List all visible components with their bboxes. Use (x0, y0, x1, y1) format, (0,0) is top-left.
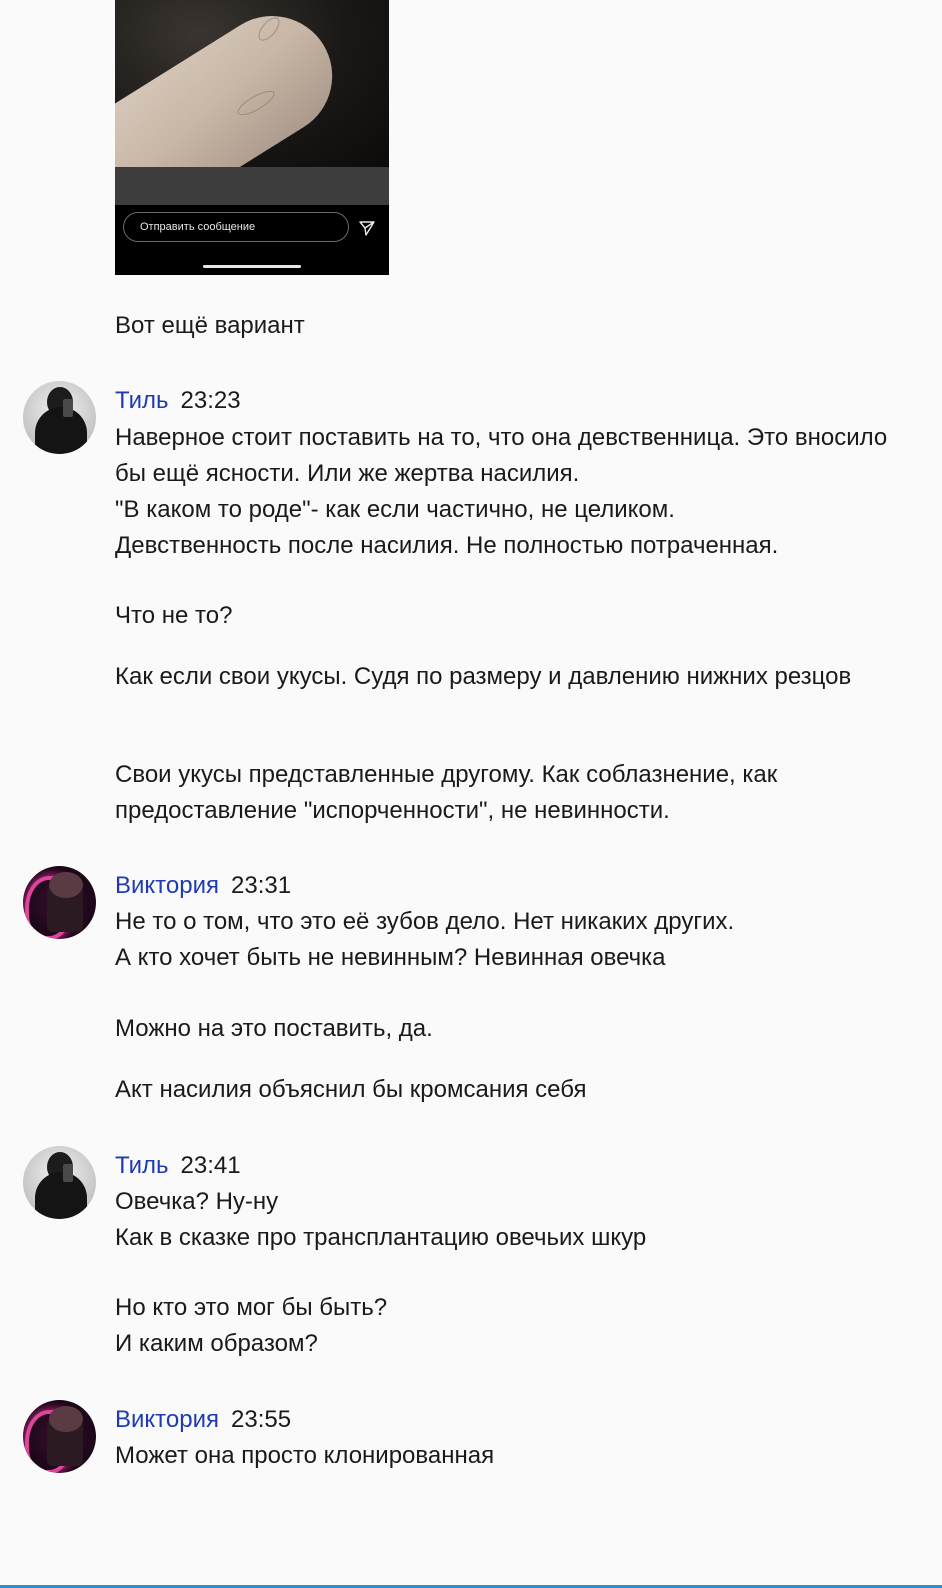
message-text: Что не то? (115, 602, 233, 629)
author-name[interactable]: Виктория (115, 1406, 219, 1433)
message-text: Наверное стоит поставить на то, что она … (115, 424, 888, 559)
avatar-hair (49, 1406, 83, 1432)
avatar[interactable] (23, 1146, 96, 1219)
avatar-hair (49, 872, 83, 898)
message-text: Вот ещё вариант (115, 312, 305, 339)
avatar[interactable] (23, 381, 96, 454)
message-text: Свои укусы представленные другому. Как с… (115, 761, 778, 824)
message-text: Можно на это поставить, да. (115, 1015, 433, 1042)
arm-shape (115, 0, 355, 167)
arm-photo (115, 0, 389, 167)
author-name[interactable]: Тиль (115, 387, 169, 414)
message-text: Овечка? Ну-ну Как в сказке про трансплан… (115, 1188, 647, 1251)
message-time: 23:31 (231, 872, 292, 899)
message-header: Виктория 23:55 (115, 1405, 291, 1435)
home-indicator (203, 265, 301, 268)
chat-page: Отправить сообщение Вот ещё вариант Тиль… (0, 0, 942, 1588)
avatar-figure (35, 1172, 87, 1219)
message-text: Как если свои укусы. Судя по размеру и д… (115, 663, 852, 690)
message-text: Может она просто клонированная (115, 1442, 495, 1469)
message-time: 23:41 (180, 1152, 241, 1179)
author-name[interactable]: Тиль (115, 1152, 169, 1179)
author-name[interactable]: Виктория (115, 872, 219, 899)
message-header: Тиль 23:41 (115, 1151, 241, 1181)
photo-strip (115, 167, 389, 205)
send-icon (359, 221, 375, 236)
avatar-figure (35, 407, 87, 454)
message-text: Акт насилия объяснил бы кромсания себя (115, 1076, 587, 1103)
attached-screenshot[interactable]: Отправить сообщение (115, 0, 389, 275)
message-text: Не то о том, что это её зубов дело. Нет … (115, 908, 735, 971)
send-message-field: Отправить сообщение (123, 212, 349, 242)
message-header: Тиль 23:23 (115, 386, 241, 416)
message-time: 23:23 (180, 387, 241, 414)
avatar-phone (63, 1164, 73, 1182)
message-time: 23:55 (231, 1406, 292, 1433)
avatar[interactable] (23, 1400, 96, 1473)
message-text: Но кто это мог бы быть? И каким образом? (115, 1294, 388, 1357)
avatar[interactable] (23, 866, 96, 939)
message-header: Виктория 23:31 (115, 871, 291, 901)
avatar-phone (63, 399, 73, 417)
